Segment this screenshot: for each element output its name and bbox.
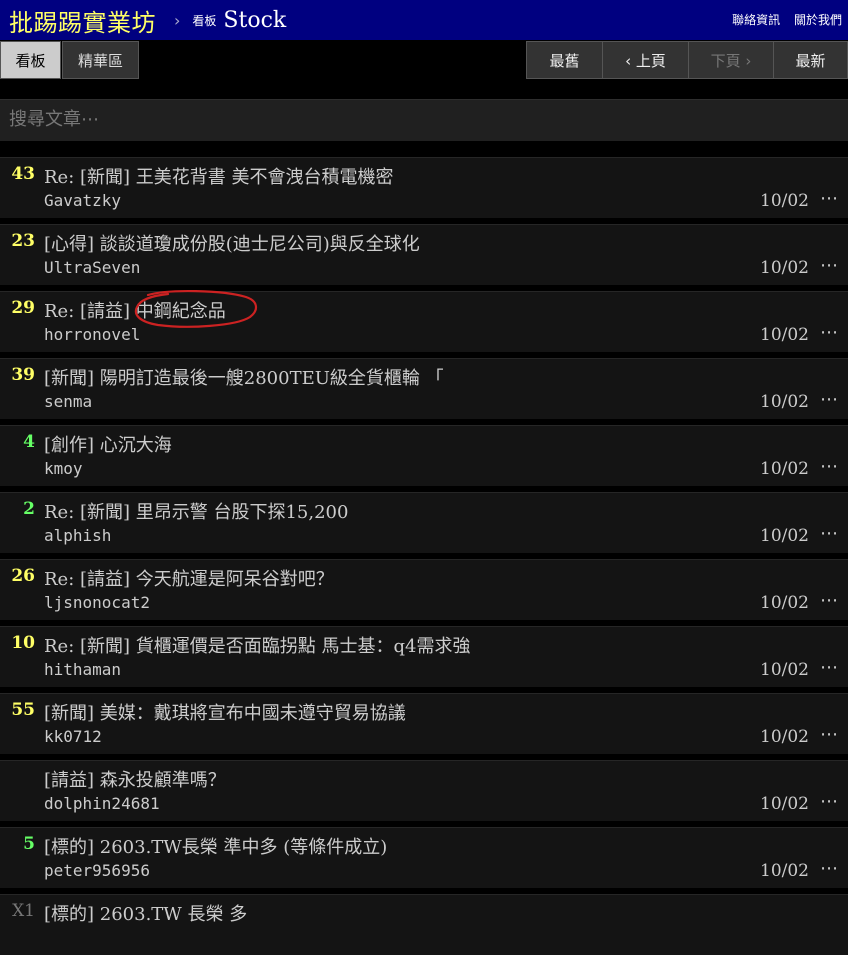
more-options-icon[interactable]: ⋯ bbox=[820, 188, 838, 209]
more-options-icon[interactable]: ⋯ bbox=[820, 322, 838, 343]
latest-page-button[interactable]: 最新 bbox=[773, 41, 848, 79]
more-options-icon[interactable]: ⋯ bbox=[820, 657, 838, 678]
post-author[interactable]: Gavatzky bbox=[44, 191, 121, 210]
more-options-icon[interactable]: ⋯ bbox=[820, 523, 838, 544]
post-date: 10/02 bbox=[760, 727, 809, 747]
post-row[interactable]: 55 [新聞] 美媒：戴琪將宣布中國未遵守貿易協議 kk0712 10/02 ⋯ bbox=[0, 693, 848, 754]
post-date: 10/02 bbox=[760, 191, 809, 211]
about-link[interactable]: 關於我們 bbox=[794, 13, 842, 27]
post-title-link[interactable]: Re: [請益] 中鋼紀念品 bbox=[44, 297, 226, 323]
post-row[interactable]: 43 Re: [新聞] 王美花背書 美不會洩台積電機密 Gavatzky 10/02 ⋯ bbox=[0, 157, 848, 218]
action-bar: 看板 精華區 最舊 ‹ 上頁 下頁 › 最新 bbox=[0, 40, 848, 80]
post-author[interactable]: hithaman bbox=[44, 660, 121, 679]
oldest-page-button[interactable]: 最舊 bbox=[526, 41, 603, 79]
post-author[interactable]: horronovel bbox=[44, 325, 140, 344]
post-date: 10/02 bbox=[760, 526, 809, 546]
post-title-link[interactable]: [標的] 2603.TW 長榮 多 bbox=[44, 900, 247, 926]
post-date: 10/02 bbox=[760, 392, 809, 412]
post-row[interactable]: 26 Re: [請益] 今天航運是阿呆谷對吧？ ljsnonocat2 10/02 ⋯ bbox=[0, 559, 848, 620]
push-count: 55 bbox=[11, 700, 35, 720]
post-date: 10/02 bbox=[760, 794, 809, 814]
post-author[interactable]: dolphin24681 bbox=[44, 794, 160, 813]
push-count: 4 bbox=[23, 432, 35, 452]
push-count: 26 bbox=[11, 566, 35, 586]
post-row[interactable]: 39 [新聞] 陽明訂造最後一艘2800TEU級全貨櫃輪 「 senma 10/02 ⋯ bbox=[0, 358, 848, 419]
push-count: X1 bbox=[12, 901, 35, 921]
post-author[interactable]: kmoy bbox=[44, 459, 83, 478]
post-title-link[interactable]: [新聞] 陽明訂造最後一艘2800TEU級全貨櫃輪 「 bbox=[44, 364, 444, 390]
post-row[interactable]: 23 [心得] 談談道瓊成份股(迪士尼公司)與反全球化 UltraSeven 10/0… bbox=[0, 224, 848, 285]
site-title-link[interactable]: 批踢踢實業坊 bbox=[9, 3, 156, 38]
post-date: 10/02 bbox=[760, 258, 809, 278]
post-date: 10/02 bbox=[760, 593, 809, 613]
more-options-icon[interactable]: ⋯ bbox=[820, 590, 838, 611]
post-date: 10/02 bbox=[760, 861, 809, 881]
more-options-icon[interactable]: ⋯ bbox=[820, 724, 838, 745]
post-title-link[interactable]: Re: [新聞] 里昂示警 台股下探15,200 bbox=[44, 498, 348, 524]
post-row[interactable]: 2 Re: [新聞] 里昂示警 台股下探15,200 alphish 10/02 ⋯ bbox=[0, 492, 848, 553]
post-title-link[interactable]: Re: [新聞] 王美花背書 美不會洩台積電機密 bbox=[44, 163, 393, 189]
push-count: 29 bbox=[11, 298, 35, 318]
post-row[interactable]: [請益] 森永投顧準嗎？ dolphin24681 10/02 ⋯ bbox=[0, 760, 848, 821]
post-date: 10/02 bbox=[760, 325, 809, 345]
breadcrumb-separator-icon: › bbox=[174, 10, 181, 30]
next-page-button[interactable]: 下頁 › bbox=[688, 41, 774, 79]
post-title-link[interactable]: [創作] 心沉大海 bbox=[44, 431, 172, 457]
post-title-link[interactable]: [請益] 森永投顧準嗎？ bbox=[44, 766, 226, 792]
post-row[interactable]: X1 [標的] 2603.TW 長榮 多 bbox=[0, 894, 848, 955]
post-title-link[interactable]: Re: [請益] 今天航運是阿呆谷對吧？ bbox=[44, 565, 334, 591]
push-count: 39 bbox=[11, 365, 35, 385]
post-title-link[interactable]: [標的] 2603.TW長榮 準中多 (等條件成立) bbox=[44, 833, 387, 859]
more-options-icon[interactable]: ⋯ bbox=[820, 791, 838, 812]
post-row[interactable]: 29 Re: [請益] 中鋼紀念品 horronovel 10/02 ⋯ bbox=[0, 291, 848, 352]
push-count: 43 bbox=[11, 164, 35, 184]
contact-link[interactable]: 聯絡資訊 bbox=[732, 13, 780, 27]
post-author[interactable]: senma bbox=[44, 392, 92, 411]
more-options-icon[interactable]: ⋯ bbox=[820, 858, 838, 879]
post-title-link[interactable]: [新聞] 美媒：戴琪將宣布中國未遵守貿易協議 bbox=[44, 699, 406, 725]
more-options-icon[interactable]: ⋯ bbox=[820, 389, 838, 410]
top-bar: 批踢踢實業坊 › 看板 Stock 聯絡資訊 關於我們 bbox=[0, 0, 848, 40]
post-title-link[interactable]: Re: [新聞] 貨櫃運價是否面臨拐點 馬士基：q4需求強 bbox=[44, 632, 470, 658]
post-row[interactable]: 5 [標的] 2603.TW長榮 準中多 (等條件成立) peter956956 10… bbox=[0, 827, 848, 888]
board-label: 看板 bbox=[192, 13, 217, 28]
search-input[interactable] bbox=[9, 109, 829, 130]
board-name-link[interactable]: Stock bbox=[223, 8, 286, 33]
post-author[interactable]: kk0712 bbox=[44, 727, 102, 746]
post-row[interactable]: 4 [創作] 心沉大海 kmoy 10/02 ⋯ bbox=[0, 425, 848, 486]
post-date: 10/02 bbox=[760, 459, 809, 479]
more-options-icon[interactable]: ⋯ bbox=[820, 456, 838, 477]
more-options-icon[interactable]: ⋯ bbox=[820, 255, 838, 276]
tab-digest[interactable]: 精華區 bbox=[62, 41, 139, 79]
top-links: 聯絡資訊 關於我們 bbox=[722, 11, 842, 28]
post-author[interactable]: ljsnonocat2 bbox=[44, 593, 150, 612]
push-count: 23 bbox=[11, 231, 35, 251]
tab-board[interactable]: 看板 bbox=[0, 41, 61, 79]
post-row[interactable]: 10 Re: [新聞] 貨櫃運價是否面臨拐點 馬士基：q4需求強 hithaman 1… bbox=[0, 626, 848, 687]
post-author[interactable]: alphish bbox=[44, 526, 111, 545]
push-count: 5 bbox=[23, 834, 35, 854]
push-count: 2 bbox=[23, 499, 35, 519]
post-author[interactable]: UltraSeven bbox=[44, 258, 140, 277]
post-title-link[interactable]: [心得] 談談道瓊成份股(迪士尼公司)與反全球化 bbox=[44, 230, 420, 256]
post-date: 10/02 bbox=[760, 660, 809, 680]
previous-page-button[interactable]: ‹ 上頁 bbox=[602, 41, 689, 79]
search-bar bbox=[0, 99, 848, 141]
push-count: 10 bbox=[11, 633, 35, 653]
post-author[interactable]: peter956956 bbox=[44, 861, 150, 880]
